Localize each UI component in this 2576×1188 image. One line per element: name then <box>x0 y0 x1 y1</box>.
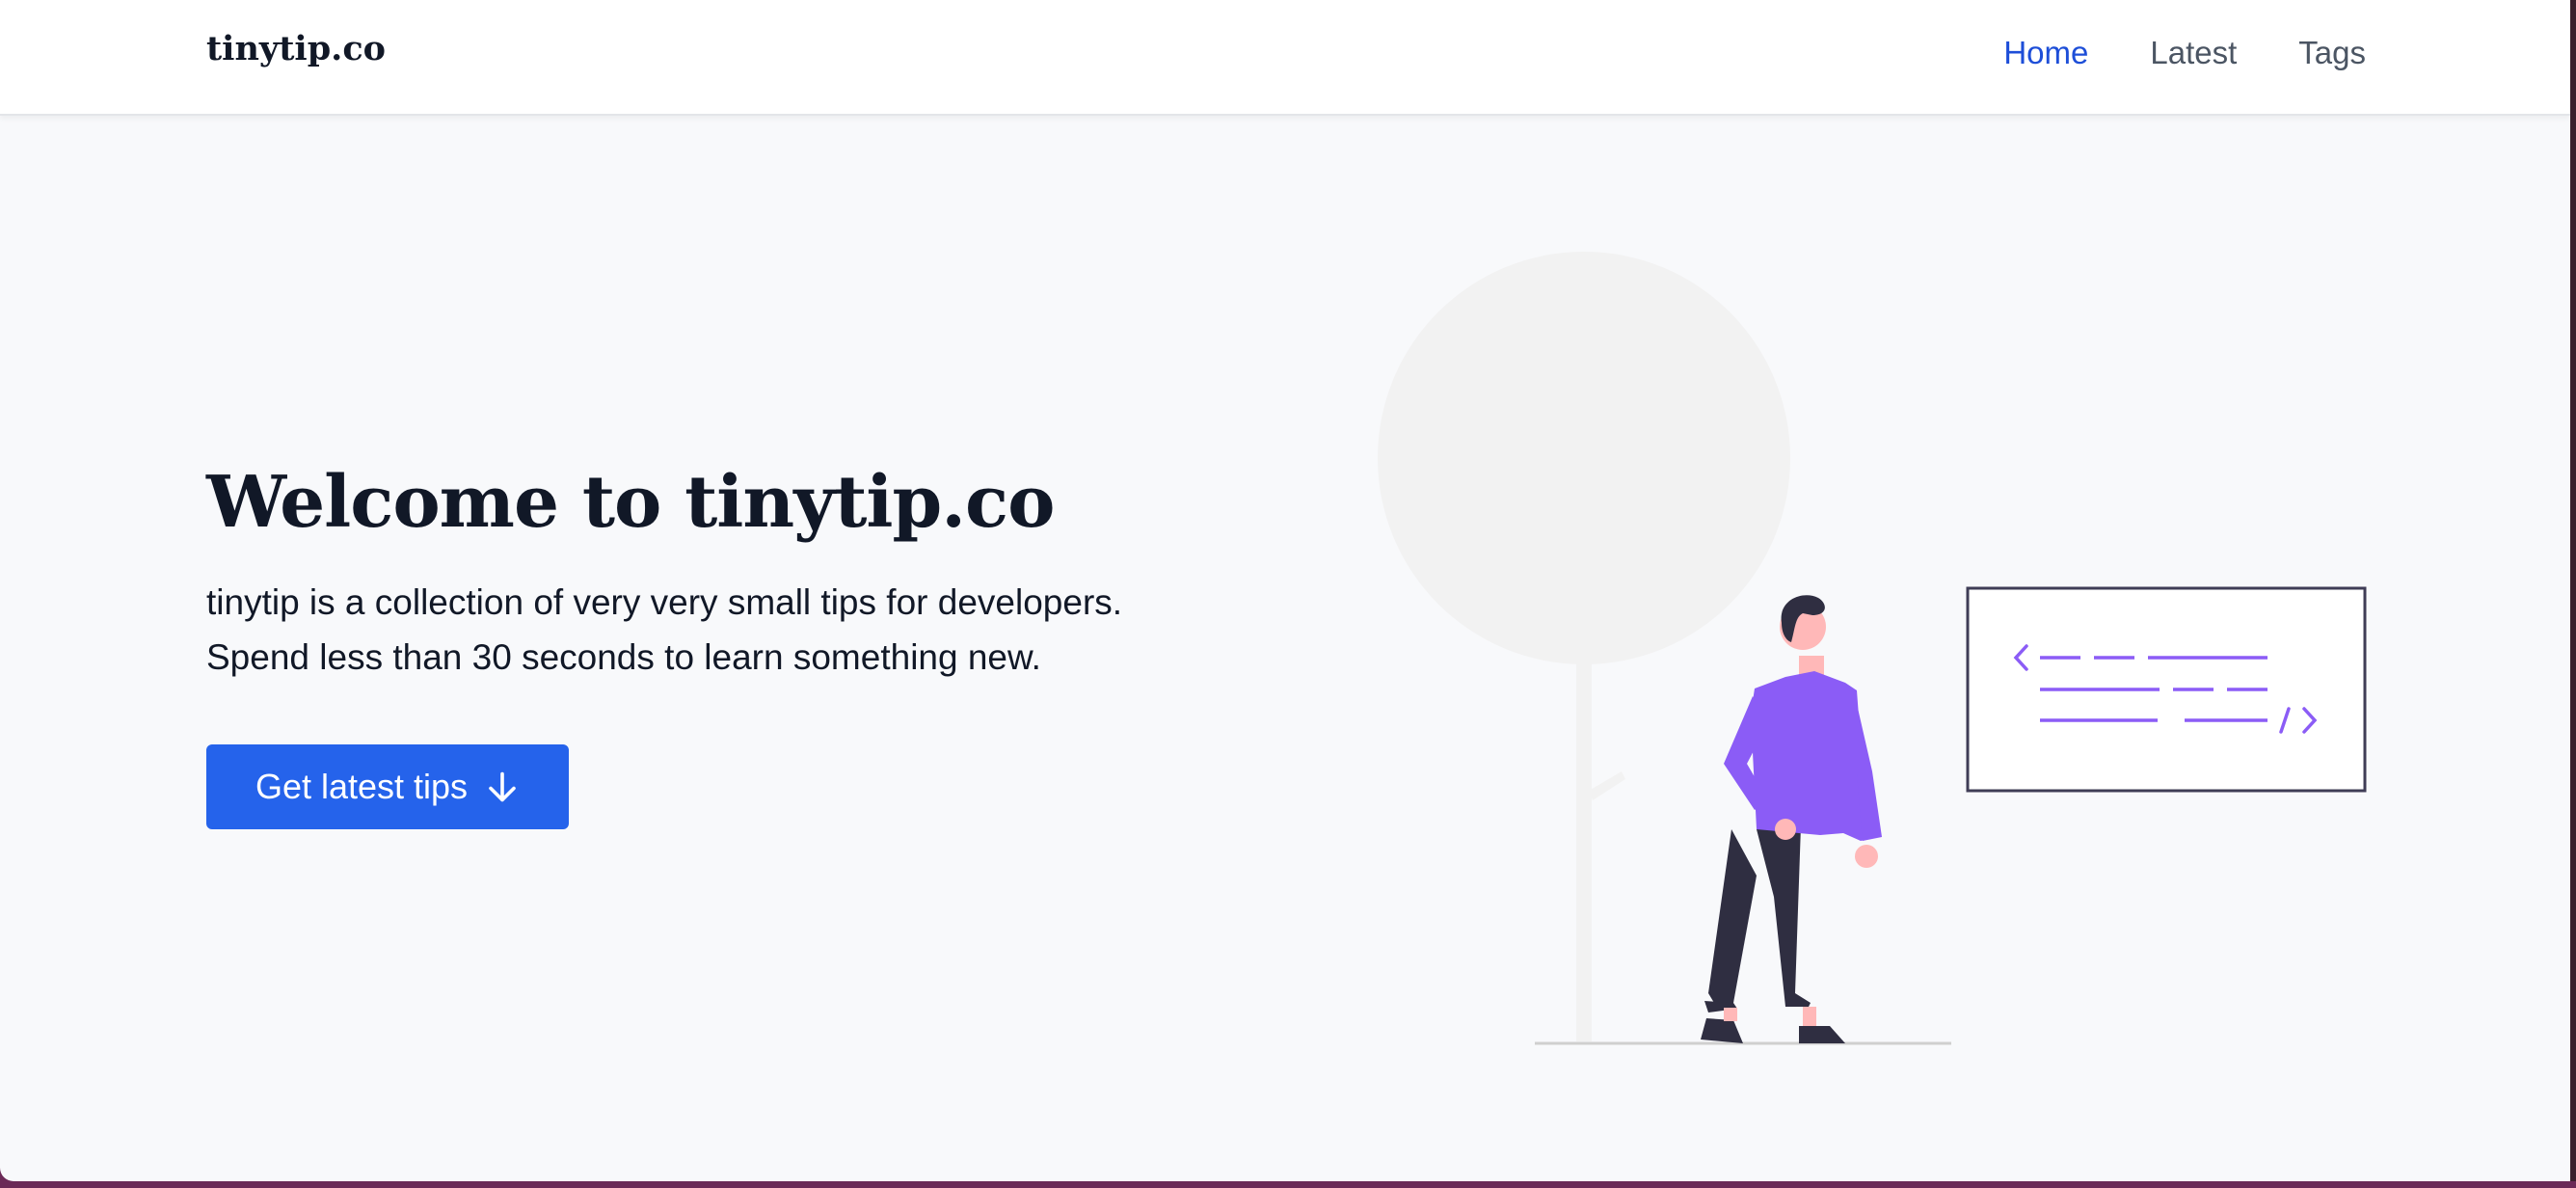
hero-description: tinytip is a collection of very very sma… <box>206 575 1122 685</box>
tree-trunk <box>1576 663 1592 1041</box>
nav-link-tags[interactable]: Tags <box>2298 35 2366 71</box>
get-latest-tips-button[interactable]: Get latest tips <box>206 744 569 829</box>
main-nav: Home Latest Tags <box>2003 35 2366 71</box>
nav-link-latest[interactable]: Latest <box>2150 35 2237 71</box>
hero-description-line-2: Spend less than 30 seconds to learn some… <box>206 637 1041 677</box>
tree-crown <box>1378 252 1790 664</box>
desktop-edge <box>2570 0 2576 1188</box>
cta-label: Get latest tips <box>255 767 469 806</box>
nav-link-home[interactable]: Home <box>2003 35 2088 71</box>
hero-description-line-1: tinytip is a collection of very very sma… <box>206 582 1123 622</box>
hero-title: Welcome to tinytip.co <box>206 461 1055 544</box>
hero-illustration <box>1378 252 2367 1045</box>
desktop-background-strip <box>0 1181 2576 1188</box>
navbar: tinytip.co Home Latest Tags <box>0 0 2570 116</box>
code-window-illustration <box>1966 586 2367 793</box>
arrow-down-icon <box>489 771 516 802</box>
site-logo[interactable]: tinytip.co <box>206 29 386 68</box>
person-figure <box>1701 595 1882 1043</box>
tree-branch <box>1589 771 1625 800</box>
browser-window: tinytip.co Home Latest Tags Welcome to t… <box>0 0 2570 1181</box>
